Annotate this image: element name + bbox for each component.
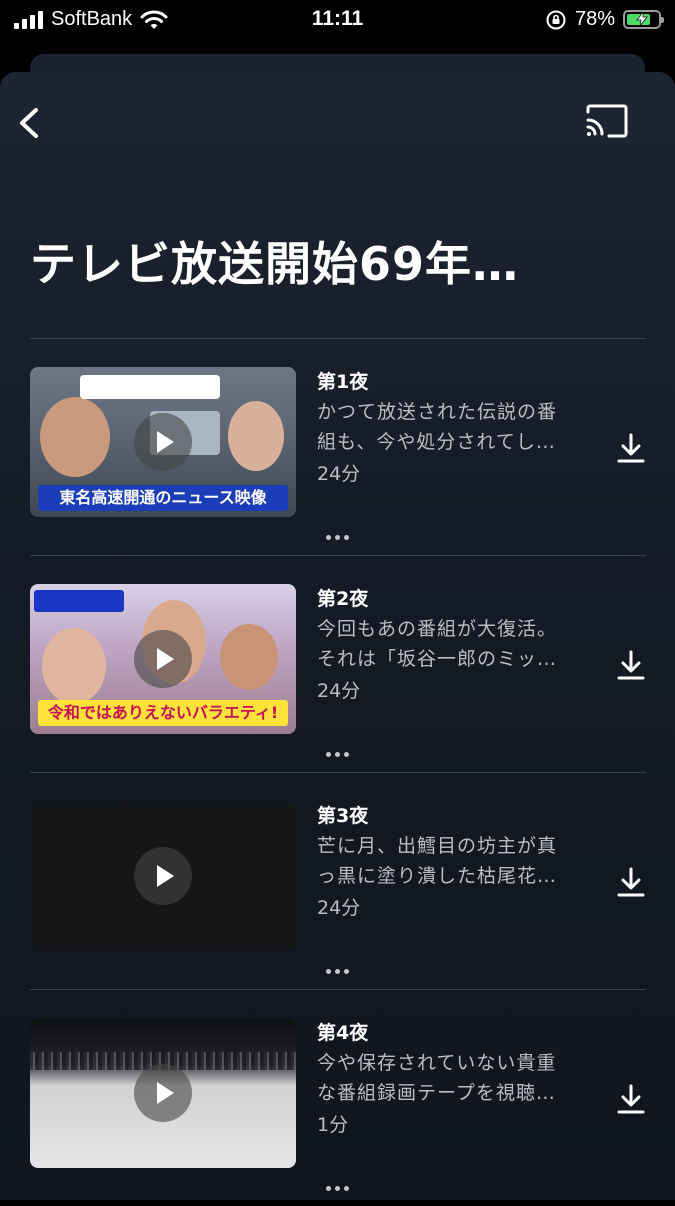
download-icon[interactable] <box>616 1082 646 1116</box>
episode-title: 第3夜 <box>317 805 369 827</box>
episode-title: 第2夜 <box>317 588 369 610</box>
episode-list: 東名高速開通のニュース映像 第1夜 かつて放送された伝説の番 組も、今や処分され… <box>30 338 646 1206</box>
play-icon[interactable] <box>134 413 192 471</box>
episode-title: 第1夜 <box>317 371 369 393</box>
episode-description: 今回もあの番組が大復活。 それは「坂谷一郎のミッ… <box>317 618 558 670</box>
more-options-icon[interactable] <box>326 533 350 541</box>
status-bar: SoftBank 11:11 78% <box>0 0 675 40</box>
episode-duration: 1分 <box>317 1114 349 1136</box>
episode-duration: 24分 <box>317 463 361 485</box>
play-icon[interactable] <box>134 1064 192 1122</box>
download-icon[interactable] <box>616 431 646 465</box>
thumbnail-caption: 令和ではありえないバラエティ! <box>38 700 288 726</box>
thumbnail-person <box>40 397 110 477</box>
play-icon[interactable] <box>134 847 192 905</box>
episode-item[interactable]: 令和ではありえないバラエティ! 第2夜 今回もあの番組が大復活。 それは「坂谷一… <box>30 555 646 772</box>
charging-bolt-icon <box>636 12 648 26</box>
page-title: テレビ放送開始69年… <box>30 237 520 291</box>
more-options-icon[interactable] <box>326 1184 350 1192</box>
thumbnail-caption: 東名高速開通のニュース映像 <box>38 485 288 511</box>
thumbnail-person <box>228 401 284 471</box>
episode-thumbnail[interactable] <box>30 801 296 951</box>
episode-item[interactable]: 第4夜 今や保存されていない貴重 な番組録画テープを視聴… 1分 <box>30 989 646 1206</box>
episode-duration: 24分 <box>317 680 361 702</box>
episode-description: 今や保存されていない貴重 な番組録画テープを視聴… <box>317 1052 557 1104</box>
episode-item[interactable]: 東名高速開通のニュース映像 第1夜 かつて放送された伝説の番 組も、今や処分され… <box>30 338 646 555</box>
more-options-icon[interactable] <box>326 750 350 758</box>
episode-description: 芒に月、出鱈目の坊主が真 っ黒に塗り潰した枯尾花… <box>317 835 558 887</box>
more-options-icon[interactable] <box>326 967 350 975</box>
episode-duration: 24分 <box>317 897 361 919</box>
play-icon[interactable] <box>134 630 192 688</box>
orientation-lock-icon <box>546 10 566 29</box>
download-icon[interactable] <box>616 648 646 682</box>
battery-percent: 78% <box>574 8 615 30</box>
episode-thumbnail[interactable]: 東名高速開通のニュース映像 <box>30 367 296 517</box>
episode-description: かつて放送された伝説の番 組も、今や処分されてし… <box>317 401 558 453</box>
episode-thumbnail[interactable]: 令和ではありえないバラエティ! <box>30 584 296 734</box>
download-icon[interactable] <box>616 865 646 899</box>
episode-thumbnail[interactable] <box>30 1018 296 1168</box>
battery-icon <box>623 10 664 29</box>
episode-item[interactable]: 第3夜 芒に月、出鱈目の坊主が真 っ黒に塗り潰した枯尾花… 24分 <box>30 772 646 989</box>
cast-icon[interactable] <box>585 104 629 140</box>
thumbnail-person <box>42 628 106 704</box>
chevron-left-icon[interactable] <box>12 100 52 146</box>
thumbnail-person <box>220 624 278 690</box>
episode-title: 第4夜 <box>317 1022 369 1044</box>
status-right: 78% <box>545 8 664 31</box>
